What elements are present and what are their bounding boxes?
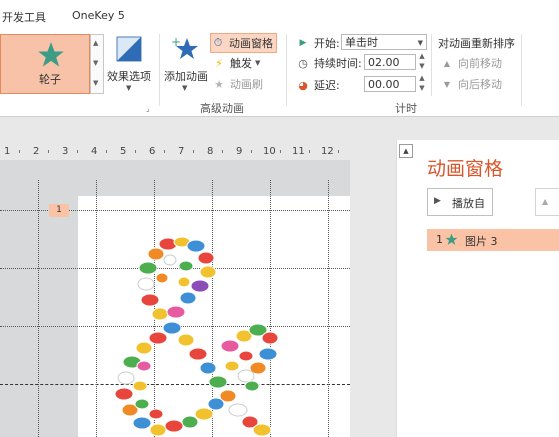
ruler-tick: 12 <box>321 146 334 157</box>
ruler-tick: 9 <box>236 146 243 157</box>
delay-label: 延迟: <box>314 79 340 92</box>
delay-icon: ◕ <box>298 78 308 92</box>
animation-item-order: 1 <box>436 233 443 246</box>
trigger-dropdown-icon: ▼ <box>255 59 261 67</box>
duration-up-icon[interactable]: ▲ <box>417 52 427 60</box>
duration-label: 持续时间: <box>314 57 362 70</box>
effect-options-label: 效果选项 <box>107 70 151 83</box>
lightning-icon: ⚡ <box>215 56 223 70</box>
grid-guide <box>38 180 39 437</box>
delay-value: 00.00 <box>368 78 400 91</box>
move-up-icon: ▲ <box>542 197 549 206</box>
duration-label-row: ◷ 持续时间: <box>296 54 362 72</box>
animation-pane-title: 动画窗格 <box>427 158 504 180</box>
ruler-tick: 4 <box>91 146 98 157</box>
start-value: 单击时 <box>345 36 378 49</box>
move-earlier-icon: ▲ <box>443 58 451 68</box>
add-animation-button[interactable]: + 添加动画 ▼ <box>162 34 208 100</box>
animation-pane-button[interactable]: ⏱ 动画窗格 <box>210 33 277 53</box>
horizontal-ruler: 1 2 3 4 5 6 7 8 9 10 11 12 <box>0 143 350 159</box>
animation-pane-icon: ⏱ <box>213 36 223 49</box>
animation-list-item[interactable]: 1 图片 3 <box>427 229 559 251</box>
move-later-button[interactable]: ▼ 向后移动 <box>440 75 502 93</box>
play-icon: ▶ <box>434 196 441 206</box>
slide-vertical-scrollbar[interactable]: ▲ <box>396 140 415 437</box>
dialog-launcher-icon[interactable]: ⌟ <box>146 104 150 113</box>
animation-order-badge[interactable]: 1 <box>49 204 69 217</box>
svg-text:+: + <box>171 35 181 49</box>
animation-painter-icon: ★ <box>214 77 224 91</box>
move-later-icon: ▼ <box>443 79 451 89</box>
wheel-star-icon <box>445 233 458 245</box>
ruler-tick: 1 <box>4 146 11 157</box>
animation-painter-label: 动画刷 <box>230 78 263 91</box>
add-animation-label: 添加动画 <box>164 70 208 83</box>
grid-guide <box>96 180 97 437</box>
move-earlier-label: 向前移动 <box>458 57 502 70</box>
start-label-row: ▶ 开始: <box>296 34 340 52</box>
advanced-animation-group-label: 高级动画 <box>200 102 244 115</box>
timing-group-label: 计时 <box>395 102 417 115</box>
animation-gallery-selected[interactable]: 轮子 <box>0 34 90 94</box>
ruler-tick: 2 <box>33 146 40 157</box>
ruler-tick: 3 <box>62 146 69 157</box>
group-divider <box>159 34 160 106</box>
effect-options-button[interactable]: 效果选项 ▼ <box>104 34 154 100</box>
ampersand-pills-picture[interactable] <box>110 226 285 437</box>
reorder-title: 对动画重新排序 <box>438 37 515 50</box>
tab-onekey[interactable]: OneKey 5 <box>72 9 125 22</box>
ribbon-tab-strip: 开发工具 OneKey 5 <box>0 0 559 31</box>
animation-pane: 动画窗格 ▶ 播放自 ▲ 1 图片 3 <box>415 140 559 437</box>
gallery-up-icon[interactable]: ▲ <box>93 39 98 47</box>
ruler-tick: 7 <box>178 146 185 157</box>
delay-label-row: ◕ 延迟: <box>296 76 340 94</box>
clock-icon: ◷ <box>298 56 308 70</box>
move-earlier-button[interactable]: ▲ 向前移动 <box>440 54 502 72</box>
add-animation-dropdown-icon: ▼ <box>182 84 188 92</box>
animation-pane-label: 动画窗格 <box>229 37 273 50</box>
wheel-star-icon <box>38 42 64 67</box>
delay-up-icon[interactable]: ▲ <box>417 74 427 82</box>
ruler-tick: 5 <box>120 146 127 157</box>
gallery-item-label: 轮子 <box>39 73 61 86</box>
animation-painter-button[interactable]: ★ 动画刷 <box>212 75 263 93</box>
move-later-label: 向后移动 <box>458 78 502 91</box>
grid-guide <box>328 180 329 437</box>
ruler-tick: 6 <box>149 146 156 157</box>
play-from-button[interactable]: ▶ 播放自 <box>427 188 493 216</box>
start-dropdown-icon: ▼ <box>417 39 423 47</box>
gallery-down-icon[interactable]: ▼ <box>93 59 98 67</box>
delay-down-icon[interactable]: ▼ <box>417 84 427 92</box>
gallery-scrollbar[interactable]: ▲ ▼ ▼ <box>90 34 104 94</box>
animation-item-name: 图片 3 <box>465 235 498 248</box>
ruler-tick: 11 <box>292 146 305 157</box>
duration-down-icon[interactable]: ▼ <box>417 62 427 70</box>
group-divider <box>286 34 287 106</box>
subgroup-divider <box>431 34 432 96</box>
trigger-label: 触发 <box>230 57 252 70</box>
start-label: 开始: <box>314 37 340 50</box>
ribbon: 轮子 ▲ ▼ ▼ 效果选项 ▼ ⌟ + 添加动画 ▼ ⏱ 动画窗格 ⚡ 触发 ▼… <box>0 30 559 117</box>
trigger-button[interactable]: ⚡ 触发 ▼ <box>212 54 260 72</box>
move-up-button[interactable]: ▲ <box>535 188 559 216</box>
ruler-tick: 8 <box>207 146 214 157</box>
ruler-tick: 10 <box>263 146 276 157</box>
group-divider <box>521 34 522 106</box>
tab-developer[interactable]: 开发工具 <box>2 9 46 25</box>
play-triangle-icon: ▶ <box>299 38 307 48</box>
gallery-more-icon[interactable]: ▼ <box>93 79 98 87</box>
add-animation-star-icon: + <box>171 35 198 59</box>
start-select[interactable]: 单击时 ▼ <box>341 34 427 50</box>
effect-options-icon <box>116 36 142 62</box>
effect-options-dropdown-icon: ▼ <box>126 84 132 92</box>
duration-input[interactable]: 02.00 <box>364 54 416 70</box>
delay-input[interactable]: 00.00 <box>364 76 416 92</box>
scroll-up-icon[interactable]: ▲ <box>399 144 413 158</box>
duration-value: 02.00 <box>368 56 400 69</box>
play-from-label: 播放自 <box>452 197 485 210</box>
